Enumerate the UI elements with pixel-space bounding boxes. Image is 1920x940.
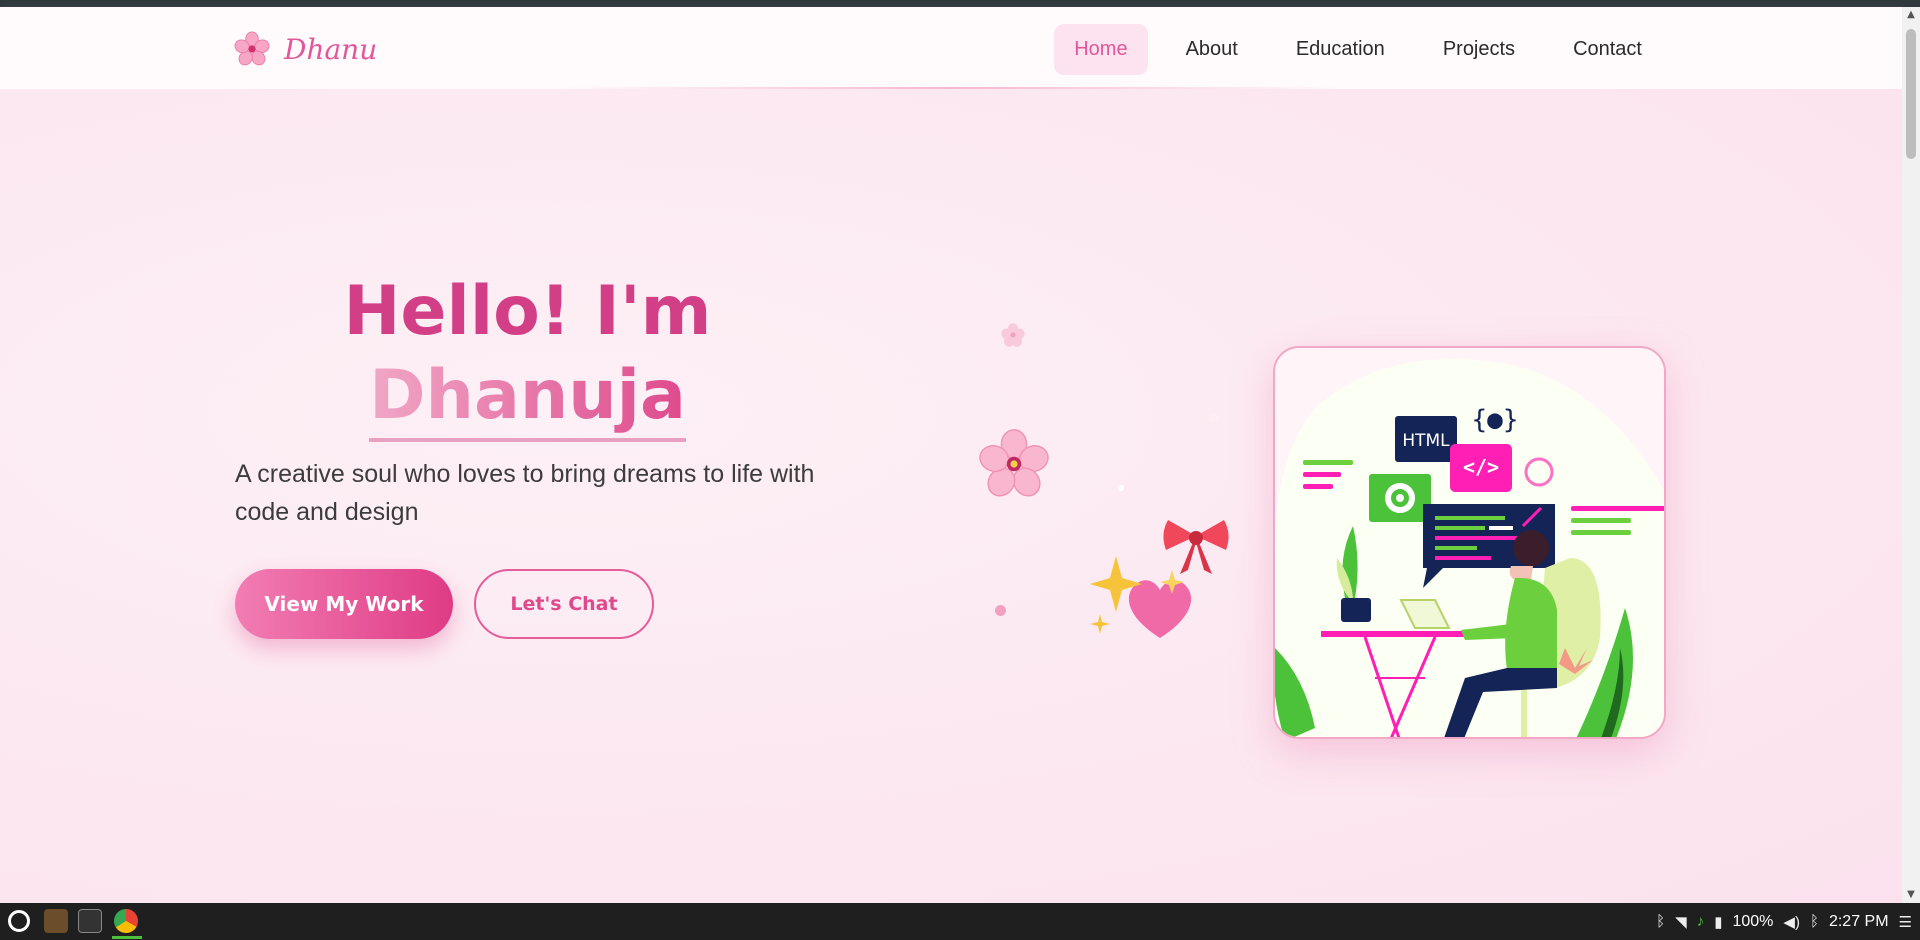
volume-icon[interactable]: ◀) xyxy=(1783,913,1800,931)
wifi-icon[interactable]: ◥ xyxy=(1675,913,1687,931)
cherry-blossom-icon xyxy=(234,31,270,66)
window-top-strip xyxy=(0,0,1920,7)
decor-dot xyxy=(1118,485,1124,491)
system-tray[interactable]: ᛒ ◥ ♪ ▮ 100% ◀) ᛒ 2:27 PM ☰ xyxy=(1656,903,1912,940)
terminal-app-icon[interactable] xyxy=(78,909,102,933)
view-my-work-button[interactable]: View My Work xyxy=(235,569,453,639)
hero-greeting: Hello! I'm xyxy=(343,272,712,351)
hero-tagline: A creative soul who loves to bring dream… xyxy=(235,460,815,526)
page-scrollbar[interactable]: ▲ ▼ xyxy=(1902,7,1920,903)
chrome-app-icon[interactable] xyxy=(114,909,138,933)
notification-bell-icon[interactable]: ♪ xyxy=(1697,913,1705,930)
brand-logo[interactable]: Dhanu xyxy=(234,31,377,67)
html-badge: HTML xyxy=(1402,431,1450,451)
decor-dot xyxy=(995,605,1006,616)
menu-icon[interactable]: ☰ xyxy=(1899,913,1912,931)
lets-chat-button[interactable]: Let's Chat xyxy=(474,569,654,639)
nav-education[interactable]: Education xyxy=(1276,24,1405,75)
active-app-indicator xyxy=(112,936,142,939)
code-badge: </> xyxy=(1463,455,1499,479)
small-blossom-icon xyxy=(1001,323,1025,347)
scrollbar-thumb[interactable] xyxy=(1906,29,1916,159)
scroll-down-arrow-icon[interactable]: ▼ xyxy=(1902,887,1920,903)
decor-dot xyxy=(1209,413,1219,423)
hero-illustration-card: HTML {●} </> xyxy=(1273,346,1666,739)
battery-percent: 100% xyxy=(1732,912,1774,930)
cherry-blossom-icon xyxy=(979,429,1049,497)
navbar: Dhanu Home About Education Projects Cont… xyxy=(0,7,1902,89)
scroll-up-arrow-icon[interactable]: ▲ xyxy=(1902,7,1920,23)
nav-about[interactable]: About xyxy=(1166,24,1258,75)
braces-badge: {●} xyxy=(1472,405,1519,435)
os-taskbar: ᛒ ◥ ♪ ▮ 100% ◀) ᛒ 2:27 PM ☰ xyxy=(0,903,1920,940)
hero-heading: Hello! I'm Dhanuja xyxy=(235,270,820,442)
clock[interactable]: 2:27 PM xyxy=(1829,913,1889,931)
sparkling-heart-icon xyxy=(1090,556,1192,638)
bluetooth-status-icon[interactable]: ᛒ xyxy=(1810,913,1819,930)
nav-home[interactable]: Home xyxy=(1054,24,1148,75)
brand-name: Dhanu xyxy=(284,32,378,66)
bluetooth-icon[interactable]: ᛒ xyxy=(1656,913,1665,930)
nav-menu: Home About Education Projects Contact xyxy=(1054,24,1662,75)
hero-name: Dhanuja xyxy=(369,354,686,442)
battery-icon[interactable]: ▮ xyxy=(1714,913,1722,931)
files-app-icon[interactable] xyxy=(44,909,68,933)
nav-projects[interactable]: Projects xyxy=(1423,24,1535,75)
developer-illustration: HTML {●} </> xyxy=(1275,359,1664,737)
launcher-icon[interactable] xyxy=(8,910,30,932)
nav-contact[interactable]: Contact xyxy=(1553,24,1662,75)
